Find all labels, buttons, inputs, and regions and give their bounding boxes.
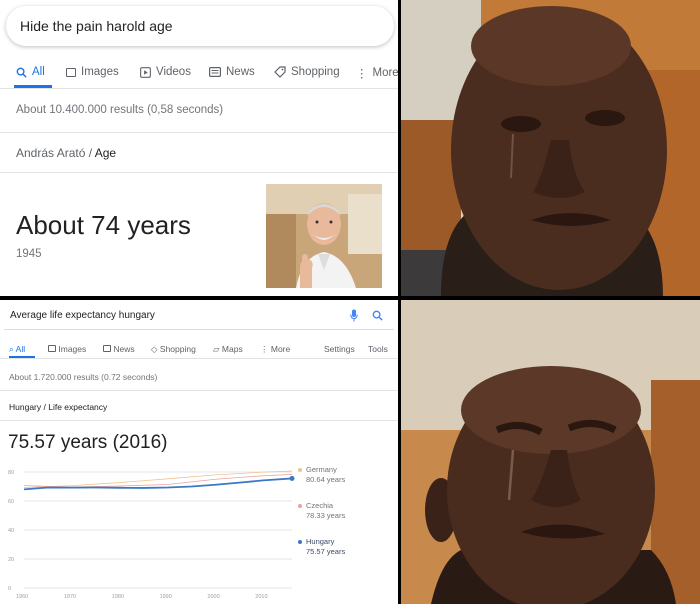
breadcrumb: András Arató / Age xyxy=(16,146,116,160)
crying-face-photo-2 xyxy=(401,300,700,604)
legend-hungary[interactable]: Hungary 75.57 years xyxy=(298,537,345,557)
microphone-icon[interactable] xyxy=(350,309,358,322)
tag-icon xyxy=(274,66,286,78)
divider xyxy=(0,88,398,89)
divider xyxy=(0,420,398,421)
play-icon xyxy=(140,66,151,78)
image-icon xyxy=(66,67,76,77)
divider xyxy=(0,358,398,359)
search-icon xyxy=(16,67,27,78)
birth-year: 1945 xyxy=(16,248,42,260)
chart-svg: 0 20 40 60 80 1960 1970 1980 1990 2000 2010 xyxy=(8,470,295,600)
divider xyxy=(0,132,398,133)
breadcrumb-separator: / xyxy=(88,146,93,160)
search-query: Hide the pain harold age xyxy=(20,18,173,34)
legend-germany[interactable]: Germany 80.64 years xyxy=(298,465,345,485)
tab-news[interactable]: News xyxy=(209,66,255,78)
y-tick-label: 40 xyxy=(8,528,14,534)
more-vert-icon: ⋮ xyxy=(260,344,271,354)
news-icon xyxy=(209,67,221,77)
tools-link[interactable]: Tools xyxy=(368,344,388,354)
tab-all[interactable]: ⌕ All xyxy=(9,344,25,355)
legend-dot xyxy=(298,468,302,472)
x-tick-label: 1990 xyxy=(160,594,172,600)
y-tick-label: 0 xyxy=(8,586,11,592)
news-icon xyxy=(103,345,111,352)
x-tick-label: 2000 xyxy=(207,594,219,600)
breadcrumb: Hungary / Life expectancy xyxy=(9,402,108,412)
tab-images[interactable]: Images xyxy=(66,66,119,78)
breadcrumb-attribute: Age xyxy=(94,146,117,160)
tab-shopping[interactable]: Shopping xyxy=(274,66,340,78)
search-query: Average life expectancy hungary xyxy=(10,310,155,321)
answer-text: 75.57 years (2016) xyxy=(8,432,168,453)
divider xyxy=(0,172,398,173)
tab-all[interactable]: All xyxy=(16,66,45,78)
divider xyxy=(0,390,398,391)
crying-face-photo-1 xyxy=(401,0,700,296)
legend-dot xyxy=(298,540,302,544)
results-stats: About 10.400.000 results (0,58 seconds) xyxy=(16,104,224,116)
tab-more[interactable]: ⋮ More xyxy=(260,344,290,355)
more-vert-icon: ⋮ xyxy=(356,68,368,80)
tab-images[interactable]: Images xyxy=(48,344,86,354)
tab-maps[interactable]: ▱ Maps xyxy=(213,344,243,355)
search-box[interactable]: Average life expectancy hungary xyxy=(4,302,394,330)
image-icon xyxy=(48,345,56,352)
y-tick-label: 80 xyxy=(8,470,14,476)
x-tick-label: 1980 xyxy=(112,594,124,600)
search-icon: ⌕ xyxy=(9,344,16,354)
map-icon: ▱ xyxy=(213,344,222,354)
x-tick-label: 2010 xyxy=(255,594,267,600)
search-panel-harold: Hide the pain harold age All Images Vide… xyxy=(0,0,398,296)
series-line-hungary xyxy=(23,477,293,491)
search-tabs: All Images Videos News Shopping ⋮ More xyxy=(0,58,398,88)
x-tick-label: 1970 xyxy=(64,594,76,600)
tag-icon: ◇ xyxy=(151,344,160,354)
search-panel-life-expectancy: Average life expectancy hungary ⌕ All Im… xyxy=(0,300,398,604)
settings-link[interactable]: Settings xyxy=(324,344,355,354)
results-stats: About 1.720.000 results (0.72 seconds) xyxy=(9,372,158,382)
y-tick-label: 20 xyxy=(8,557,14,563)
y-tick-label: 60 xyxy=(8,499,14,505)
search-icon[interactable] xyxy=(372,310,383,321)
breadcrumb-subject[interactable]: András Arató xyxy=(16,146,85,160)
harold-photo[interactable] xyxy=(266,184,382,288)
legend-dot xyxy=(298,504,302,508)
tab-videos[interactable]: Videos xyxy=(140,66,191,78)
tab-shopping[interactable]: ◇ Shopping xyxy=(151,344,196,355)
tab-news[interactable]: News xyxy=(103,344,135,354)
tab-more[interactable]: ⋮ More xyxy=(356,66,398,80)
answer-text: About 74 years xyxy=(16,210,191,240)
series-endpoint-hungary xyxy=(289,475,295,481)
life-expectancy-chart: 0 20 40 60 80 1960 1970 1980 1990 2000 2010 German… xyxy=(0,460,398,604)
legend-czechia[interactable]: Czechia 78.33 years xyxy=(298,501,345,521)
x-tick-label: 1960 xyxy=(16,594,28,600)
search-box[interactable]: Hide the pain harold age xyxy=(6,6,394,46)
